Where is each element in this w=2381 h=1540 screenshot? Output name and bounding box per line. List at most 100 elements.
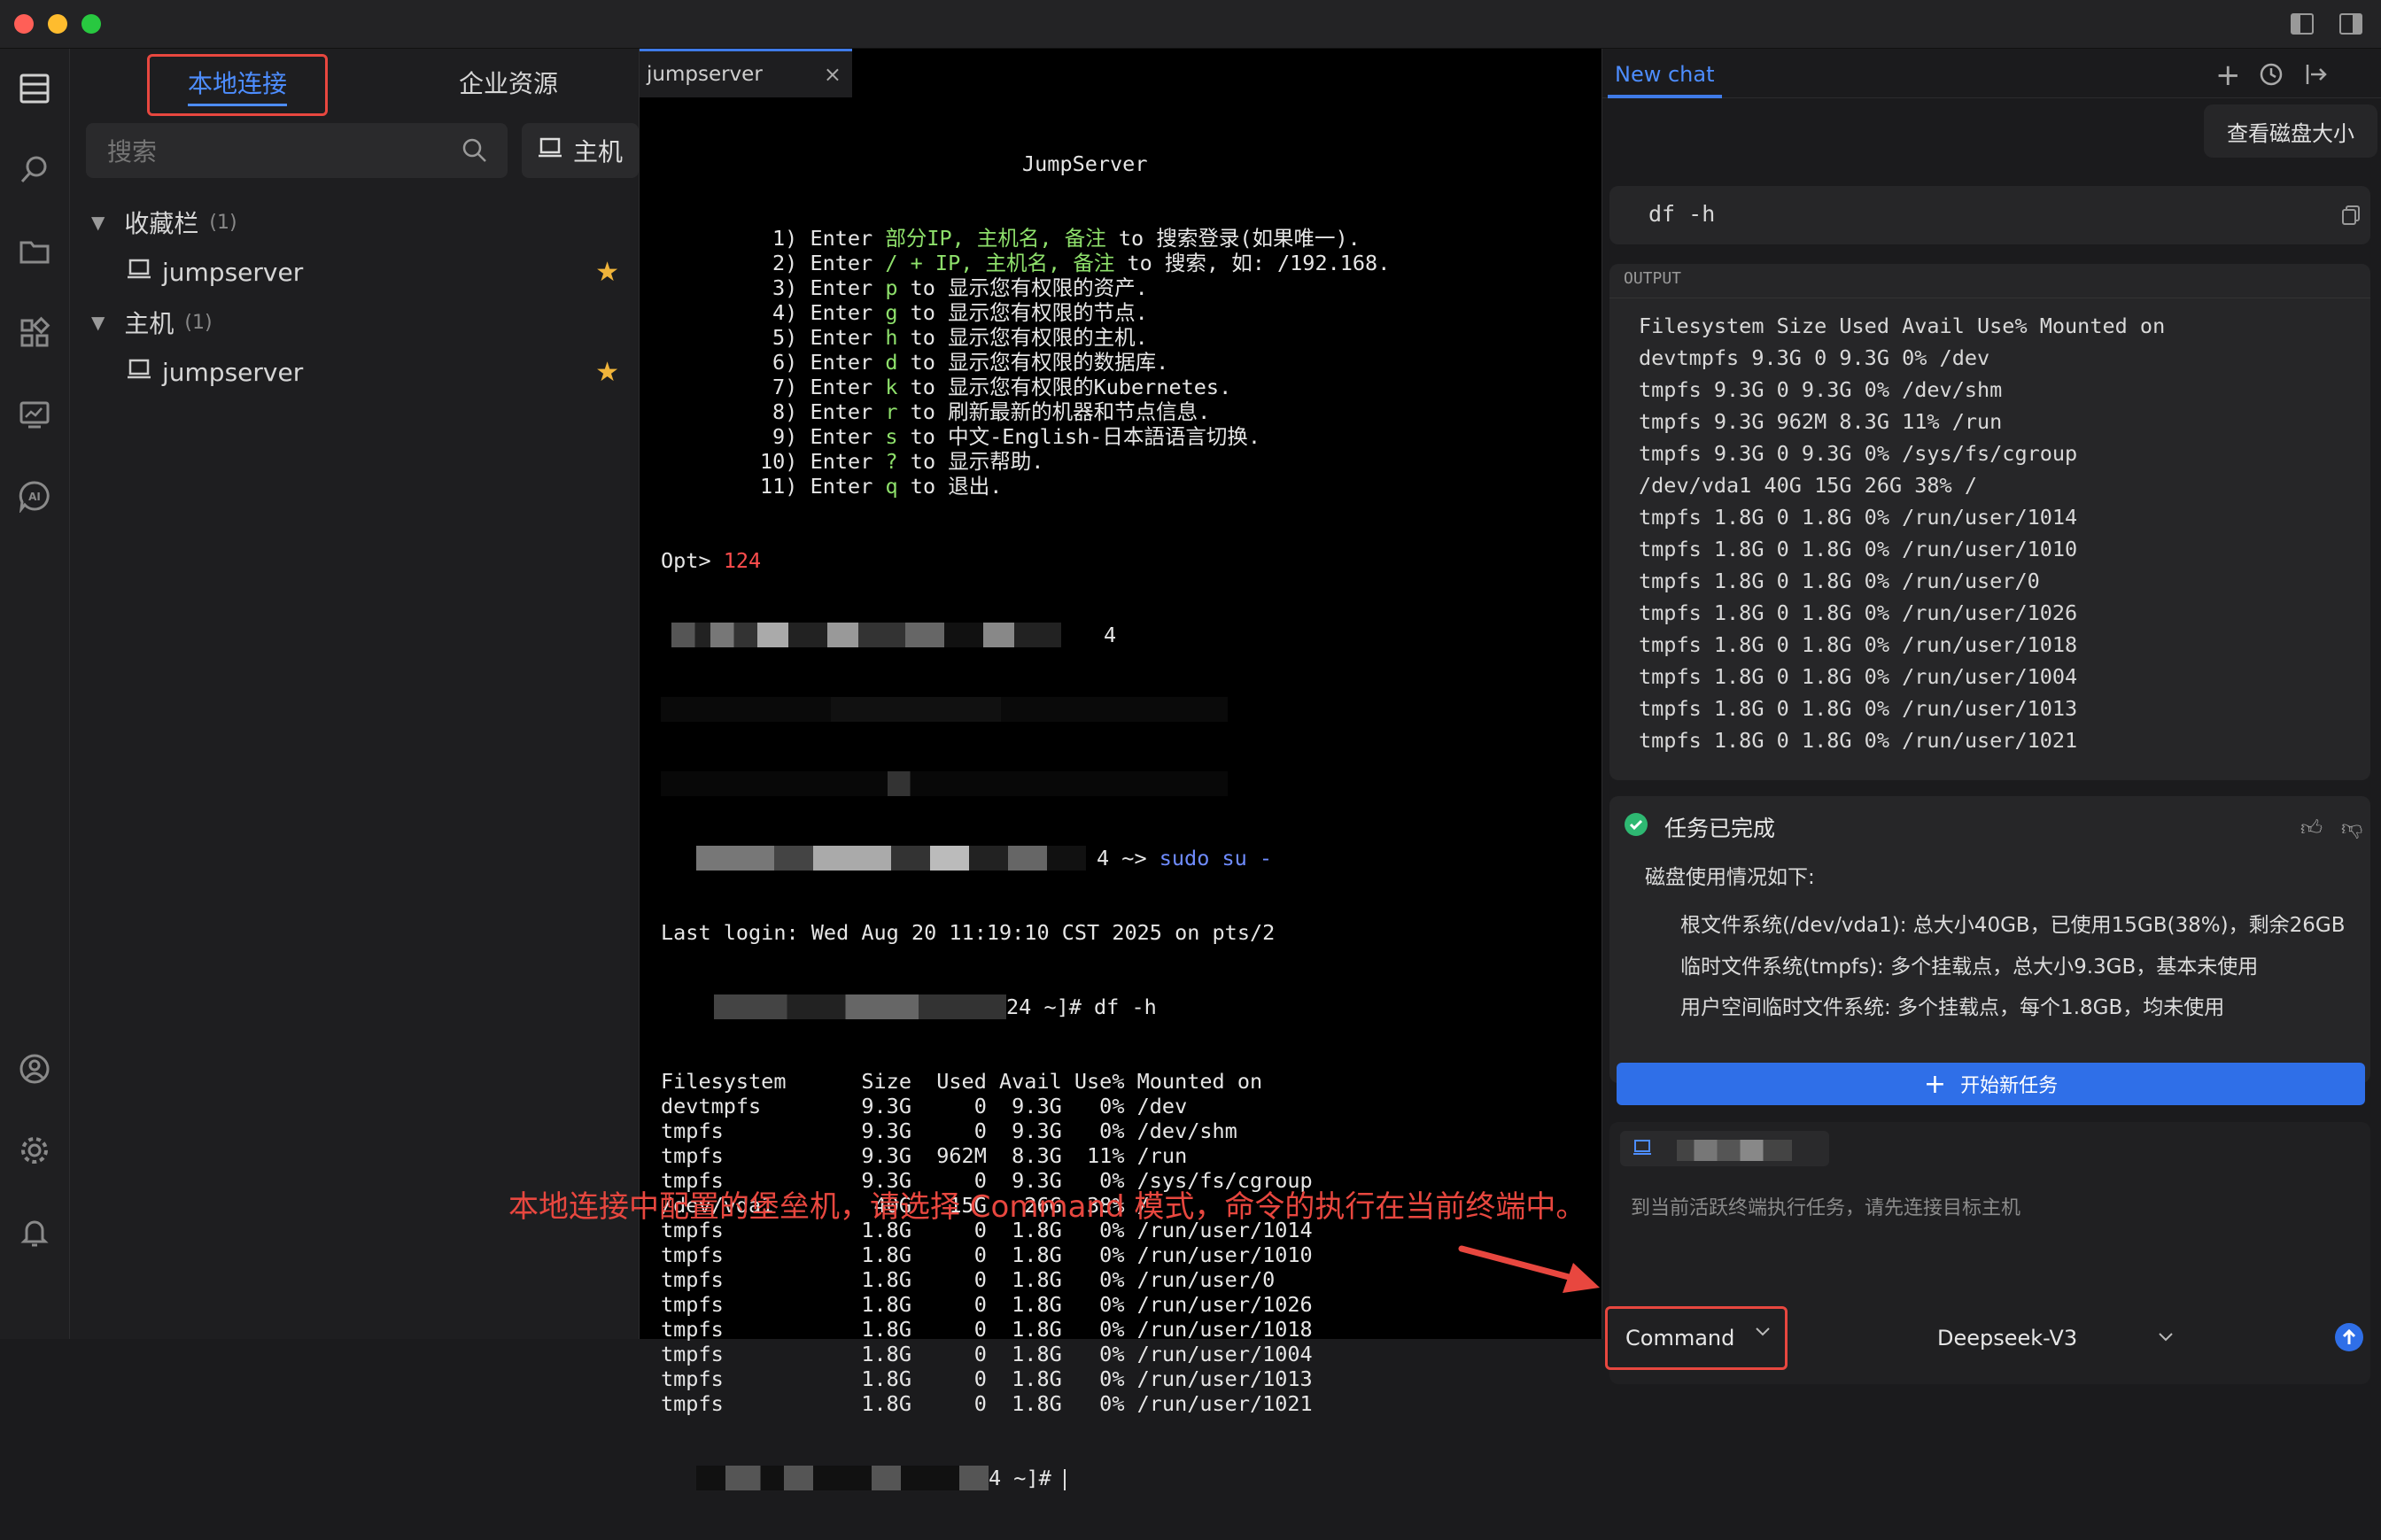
search-icon[interactable] [16,151,53,189]
tab-local-connections[interactable]: 本地连接 [147,54,328,116]
connections-sidebar: 本地连接 企业资源 主机 ▼ 收藏栏 (1) jumpserver ★ ▼ 主机… [70,49,640,1339]
menu-key: d [885,350,898,375]
menu-line: 4) Enter g to 显示您有权限的节点. [661,300,1600,325]
df-output-line: tmpfs 9.3G 962M 8.3G 11% /run [661,1143,1188,1168]
user-profile-icon[interactable] [16,1050,53,1087]
menu-post: to 退出. [897,474,1003,499]
minimize-window-button[interactable] [48,14,67,34]
mode-select[interactable]: Command [1605,1306,1788,1370]
menu-key: s [885,424,898,449]
chat-input-placeholder[interactable]: 到当前活跃终端执行任务，请先连接目标主机 [1631,1192,2020,1220]
menu-key: p [885,275,898,300]
sudo-command: sudo su - [1159,846,1273,871]
opt-line: Opt> 124 [661,548,1600,573]
tree-item-jumpserver-favorite[interactable]: jumpserver ★ [70,249,639,295]
monitor-icon[interactable] [16,396,53,433]
df-output-line: tmpfs 1.8G 0 1.8G 0% /run/user/1004 [661,1342,1313,1366]
model-select-value: Deepseek-V3 [1937,1326,2078,1350]
redacted-block [661,771,1228,796]
menu-key: r [885,399,898,424]
menu-number: 8) [772,399,798,424]
menu-post: to 中文-English-日本語语言切换. [897,424,1261,449]
tab-local-connections-label: 本地连接 [187,65,287,106]
df-output-line: Filesystem Size Used Avail Use% Mounted … [661,1069,1263,1094]
toggle-left-panel-icon[interactable] [2290,12,2315,40]
output-line: Filesystem Size Used Avail Use% Mounted … [1639,313,2166,338]
plus-icon: + [1923,1068,1947,1100]
host-filter-label: 主机 [572,137,623,166]
menu-post: to 显示您有权限的数据库. [897,350,1169,375]
df-output-line: devtmpfs 9.3G 0 9.3G 0% /dev [661,1094,1188,1118]
toggle-right-panel-icon[interactable] [2338,12,2363,40]
star-icon[interactable]: ★ [595,257,619,288]
redacted-block [661,697,1228,722]
summary-item: 根文件系统(/dev/vda1): 总大小40GB，已使用15GB(38%)，剩… [1680,914,2346,937]
redacted-line: 4 [661,623,1600,647]
chevron-down-icon [2156,1327,2175,1350]
menu-line: 5) Enter h to 显示您有权限的主机. [661,325,1600,350]
output-line: tmpfs 9.3G 962M 8.3G 11% /run [1639,409,2003,434]
opt-prompt: Opt> [661,548,724,573]
menu-pre: Enter [810,399,886,424]
model-select[interactable]: Deepseek-V3 [1937,1317,2185,1359]
folder-icon[interactable] [16,233,53,270]
sudo-line: 4 ~> sudo su - [661,846,1600,871]
summary-item: 用户空间临时文件系统: 多个挂载点，每个1.8GB，均未使用 [1680,996,2225,1019]
redacted-suffix: 4 [1104,623,1117,647]
menu-key: g [885,300,898,325]
start-new-task-button[interactable]: + 开始新任务 [1617,1063,2365,1105]
menu-post: to 刷新最新的机器和节点信息. [897,399,1211,424]
tree-item-jumpserver-host[interactable]: jumpserver ★ [70,349,639,395]
menu-pre: Enter [810,325,886,350]
tab-new-chat-label: New chat [1615,62,1715,87]
copy-icon[interactable] [2341,205,2361,229]
annotation-caption: 本地连接中配置的堡垒机，请选择 Command 模式，命令的执行在当前终端中。 [508,1189,1586,1225]
ai-assistant-icon[interactable]: AI [16,477,53,515]
menu-pre: Enter [810,275,886,300]
menu-key: / + IP, 主机名, 备注 [885,251,1115,275]
terminal-output: JumpServer 1) Enter 部分IP, 主机名, 备注 to 搜索登… [661,102,1600,1540]
command-text: df -h [1648,201,1716,227]
caret-down-icon: ▼ [91,312,105,333]
menu-key: 部分IP, 主机名, 备注 [885,226,1106,251]
star-icon[interactable]: ★ [595,357,619,388]
menu-pre: Enter [810,300,886,325]
output-line: tmpfs 1.8G 0 1.8G 0% /run/user/0 [1639,569,2040,593]
apps-grid-icon[interactable] [16,314,53,352]
plus-icon[interactable]: + [2215,58,2241,93]
notifications-bell-icon[interactable] [16,1213,53,1250]
hosts-list-icon[interactable] [16,70,53,107]
output-line: tmpfs 1.8G 0 1.8G 0% /run/user/1010 [1639,537,2078,561]
search-icon[interactable] [461,137,488,167]
tab-new-chat[interactable]: New chat [1608,54,1722,98]
tree-group-hosts[interactable]: ▼ 主机 (1) [70,299,639,345]
settings-gear-icon[interactable] [16,1132,53,1169]
send-icon[interactable] [2334,1322,2364,1356]
close-tab-icon[interactable]: × [824,62,841,87]
tab-jumpserver[interactable]: jumpserver × [640,49,852,97]
output-label: OUTPUT [1624,269,1682,288]
host-filter-button[interactable]: 主机 [522,123,639,178]
thumbs-down-icon[interactable]: 👎︎ [2341,816,2362,841]
history-icon[interactable] [2258,61,2284,91]
target-host-chip[interactable] [1620,1131,1829,1166]
tab-enterprise-resources[interactable]: 企业资源 [433,54,584,111]
close-window-button[interactable] [14,14,34,34]
output-line: tmpfs 1.8G 0 1.8G 0% /run/user/1014 [1639,505,2078,530]
terminal-cursor [1063,1468,1066,1490]
final-prompt-line: 4 ~]# [661,1466,1600,1490]
redacted-line [661,771,1600,796]
search-input[interactable] [86,123,463,180]
terminal-panel[interactable]: jumpserver × JumpServer 1) Enter 部分IP, 主… [640,49,1602,1490]
df-prompt-line: 24 ~]# df -h [661,994,1600,1019]
maximize-window-button[interactable] [81,14,101,34]
banner-title: JumpServer [1022,151,1148,176]
menu-pre: Enter [810,251,886,275]
tree-group-favorites[interactable]: ▼ 收藏栏 (1) [70,199,639,245]
thumbs-up-icon[interactable]: 👍︎ [2300,816,2323,841]
prompt-suffix: 4 ~> [1097,846,1159,871]
menu-line: 8) Enter r to 刷新最新的机器和节点信息. [661,399,1600,424]
collapse-panel-icon[interactable] [2302,61,2329,91]
menu-number: 10) [760,449,798,474]
redacted-block [714,994,1006,1019]
